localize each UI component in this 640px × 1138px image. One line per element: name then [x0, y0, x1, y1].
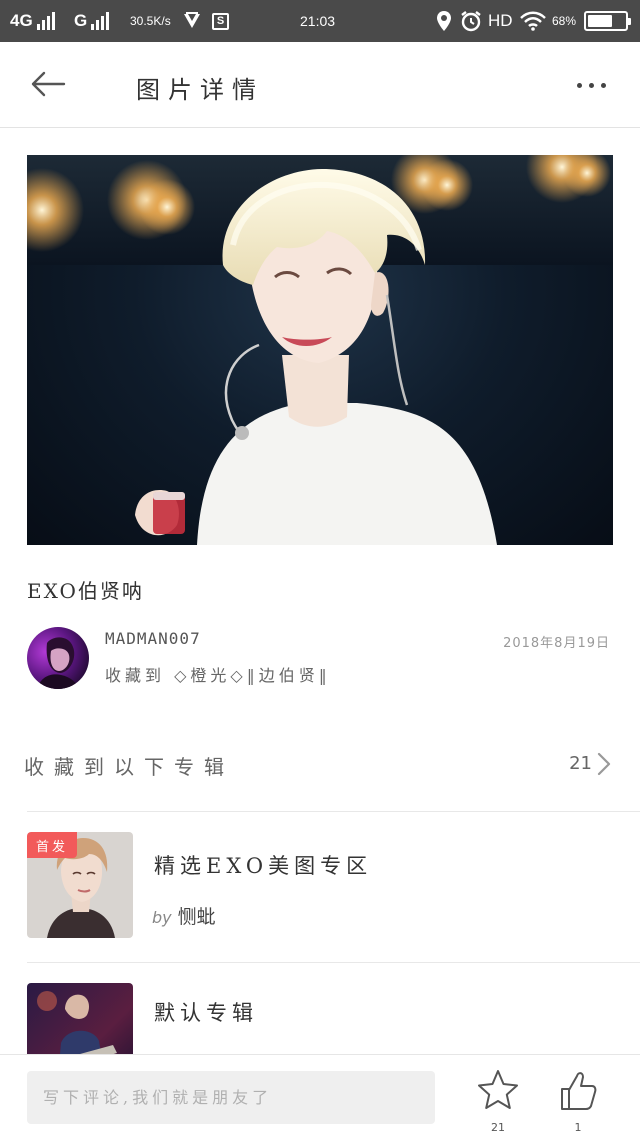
back-arrow-icon — [31, 71, 66, 97]
like-button[interactable]: 1 — [550, 1065, 606, 1135]
album-by-label: by — [152, 908, 172, 927]
s-app-icon: S — [212, 0, 229, 42]
chevron-right-icon — [597, 752, 611, 776]
album-item[interactable]: 首发 精选EXO美图专区 by 恻蚍 — [0, 812, 640, 962]
image-title: EXO伯贤呐 — [27, 579, 144, 603]
alarm-icon — [460, 0, 482, 42]
location-icon — [436, 0, 452, 42]
album-title: 默认专辑 — [154, 1001, 258, 1025]
thumbs-up-icon — [561, 1072, 597, 1110]
album-title: 精选EXO美图专区 — [154, 854, 373, 878]
collected-to-text[interactable]: 收藏到 ◇橙光◇‖边伯贤‖ — [105, 662, 331, 686]
main-photo[interactable] — [27, 155, 613, 545]
network-4g-label: 4G — [10, 11, 33, 30]
author-name[interactable]: MADMAN007 — [105, 629, 201, 648]
s-app-letter: S — [212, 12, 229, 30]
album-owner: by 恻蚍 — [152, 902, 216, 929]
post-date: 2018年8月19日 — [503, 636, 610, 651]
battery-percent: 68% — [552, 14, 577, 28]
network-4g: 4G — [10, 0, 55, 42]
more-options-button[interactable] — [566, 70, 616, 100]
battery-icon — [584, 0, 631, 42]
network-g-label: G — [74, 11, 88, 30]
vpn-shield-icon — [182, 0, 202, 42]
hd-indicator: HD — [488, 11, 513, 30]
page-title: 图片详情 — [136, 76, 264, 104]
albums-count: 21 — [569, 753, 592, 774]
favorite-button[interactable]: 21 — [470, 1065, 526, 1135]
avatar[interactable] — [27, 627, 89, 689]
comment-input[interactable] — [27, 1071, 435, 1124]
albums-section-title: 收藏到以下专辑 — [24, 755, 234, 779]
like-count: 1 — [574, 1121, 582, 1134]
wifi-icon — [520, 0, 546, 42]
status-time: 21:03 — [300, 13, 336, 29]
signal-icon — [36, 12, 55, 30]
signal-icon-2 — [91, 12, 110, 30]
avatar-image — [27, 627, 89, 689]
album-cover: 首发 — [27, 832, 133, 938]
back-button[interactable] — [24, 64, 72, 104]
albums-section-header[interactable]: 收藏到以下专辑 21 — [0, 735, 640, 795]
status-bar: 4G G 30.5K/s S 21:03 HD 68% — [0, 0, 640, 42]
header: 图片详情 — [0, 42, 640, 128]
battery-level — [588, 15, 613, 27]
favorite-count: 21 — [491, 1121, 505, 1134]
more-dots-icon — [576, 82, 582, 88]
star-icon — [478, 1070, 518, 1109]
first-release-badge: 首发 — [27, 832, 77, 858]
network-speed: 30.5K/s — [130, 14, 171, 28]
network-g: G — [74, 0, 110, 42]
bottom-bar: 21 1 — [0, 1054, 640, 1138]
album-owner-name: 恻蚍 — [177, 906, 216, 928]
photo-artwork — [27, 155, 613, 545]
